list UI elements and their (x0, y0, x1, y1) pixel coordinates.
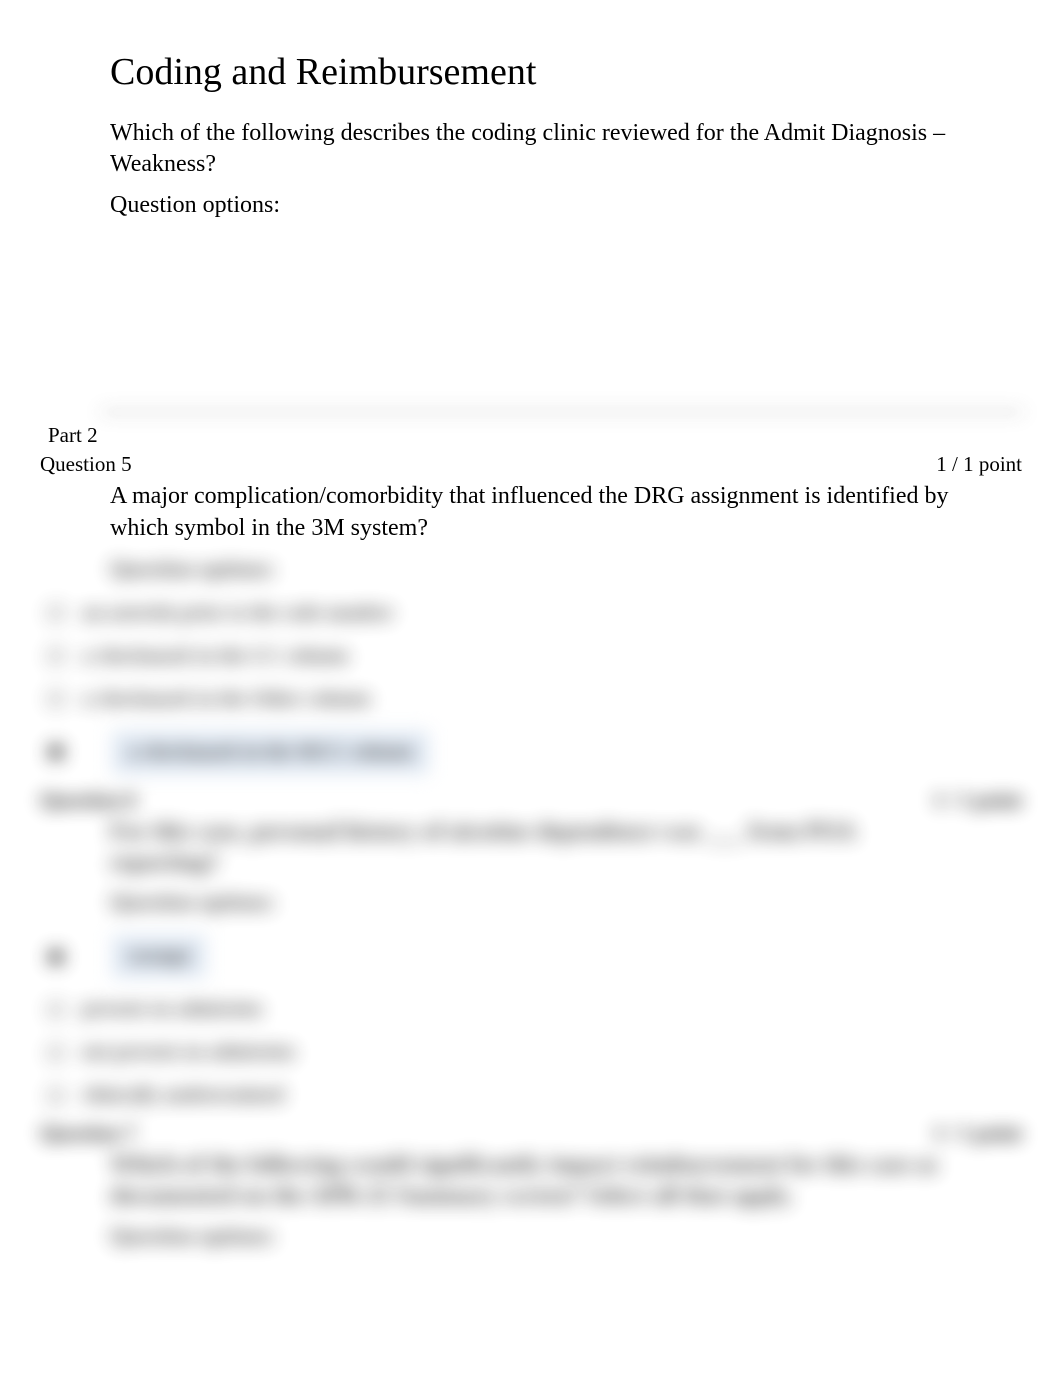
option-label: clinically undetermined (82, 1084, 284, 1107)
question-points: 1 / 1 point (933, 788, 1022, 813)
radio-icon (48, 691, 64, 707)
question-7-header: Question 7 1 / 1 point (40, 1121, 1022, 1146)
q6-option-3[interactable]: clinically undetermined (40, 1078, 1022, 1113)
radio-icon (48, 1088, 64, 1104)
question-7-options-label: Question options: (110, 1223, 952, 1249)
question-7-text: Which of the following would significant… (110, 1150, 952, 1212)
question-6-text: For this case, personal history of nicot… (110, 817, 952, 879)
question-6-header: Question 6 1 / 1 point (40, 788, 1022, 813)
option-label: not present on admission (82, 1041, 294, 1064)
radio-icon (48, 605, 64, 621)
q6-option-1[interactable]: present on admission (40, 992, 1022, 1027)
option-label: a checkmark in the CC column (82, 645, 348, 668)
q5-option-2[interactable]: a checkmark in the Other column (40, 682, 1022, 717)
section-label: Part 2 (48, 423, 1014, 448)
intro-question-text: Which of the following describes the cod… (110, 118, 952, 180)
option-label: an asterisk prior to the code number (82, 602, 394, 625)
radio-icon (48, 1002, 64, 1018)
question-5-header: Question 5 1 / 1 point (40, 452, 1022, 477)
radio-filled-icon (48, 949, 64, 965)
option-label: a checkmark in the Other column (82, 688, 370, 711)
radio-icon (48, 648, 64, 664)
question-points: 1 / 1 point (936, 452, 1022, 477)
q6-option-0[interactable]: exempt (40, 929, 1022, 984)
question-number: Question 7 (40, 1121, 136, 1146)
option-label: present on admission (82, 998, 262, 1021)
q5-option-0[interactable]: an asterisk prior to the code number (40, 596, 1022, 631)
q6-option-2[interactable]: not present on admission (40, 1035, 1022, 1070)
radio-icon (48, 1045, 64, 1061)
q5-option-1[interactable]: a checkmark in the CC column (40, 639, 1022, 674)
option-label: exempt (112, 935, 206, 978)
question-number: Question 5 (40, 452, 132, 477)
question-5-text: A major complication/comorbidity that in… (110, 481, 952, 543)
question-number: Question 6 (40, 788, 136, 813)
q5-option-3[interactable]: a checkmark in the MCC column (40, 725, 1022, 780)
page-title: Coding and Reimbursement (110, 50, 952, 94)
option-label: a checkmark in the MCC column (112, 731, 429, 774)
intro-options-label: Question options: (110, 192, 952, 219)
question-6-options-label: Question options: (110, 889, 952, 915)
question-points: 1 / 1 point (933, 1121, 1022, 1146)
divider (100, 411, 1024, 413)
question-5-options-label: Question options: (110, 556, 952, 582)
radio-filled-icon (48, 744, 64, 760)
